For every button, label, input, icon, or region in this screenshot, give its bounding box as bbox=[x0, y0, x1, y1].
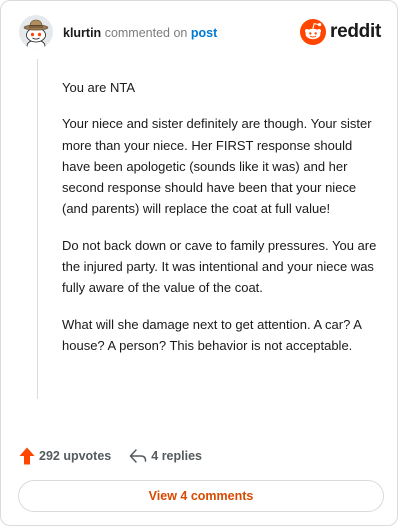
snoo-avatar-icon bbox=[19, 15, 53, 49]
reply-arrow-icon bbox=[129, 448, 147, 464]
post-link[interactable]: post bbox=[191, 26, 217, 40]
thread-line bbox=[37, 59, 38, 399]
user-avatar[interactable] bbox=[19, 15, 53, 49]
view-comments-button[interactable]: View 4 comments bbox=[18, 480, 384, 512]
upvote-count: 292 upvotes bbox=[39, 449, 112, 463]
reddit-wordmark: reddit bbox=[330, 21, 381, 42]
upvote-arrow-icon bbox=[19, 447, 35, 465]
reply-count: 4 replies bbox=[151, 449, 202, 463]
comment-actions: 292 upvotes 4 replies bbox=[19, 445, 202, 467]
comment-meta: klurtin commented on post bbox=[63, 26, 217, 40]
comment-paragraph: What will she damage next to get attenti… bbox=[62, 316, 362, 353]
comment-paragraph: Your niece and sister definitely are tho… bbox=[62, 116, 372, 217]
upvote-button[interactable]: 292 upvotes bbox=[19, 447, 111, 465]
comment-paragraph: Do not back down or cave to family press… bbox=[62, 237, 377, 296]
comment-header: klurtin commented on post reddit bbox=[19, 15, 381, 51]
reddit-brand[interactable]: reddit bbox=[300, 18, 381, 46]
username[interactable]: klurtin bbox=[63, 26, 101, 40]
comment-card: klurtin commented on post reddit You are… bbox=[0, 0, 398, 526]
comment-paragraph: You are NTA bbox=[62, 80, 135, 95]
replies-button[interactable]: 4 replies bbox=[129, 448, 202, 464]
comment-body: You are NTA Your niece and sister defini… bbox=[62, 77, 380, 371]
commented-on-text: commented on bbox=[104, 26, 188, 40]
reddit-snoo-icon bbox=[300, 19, 327, 45]
